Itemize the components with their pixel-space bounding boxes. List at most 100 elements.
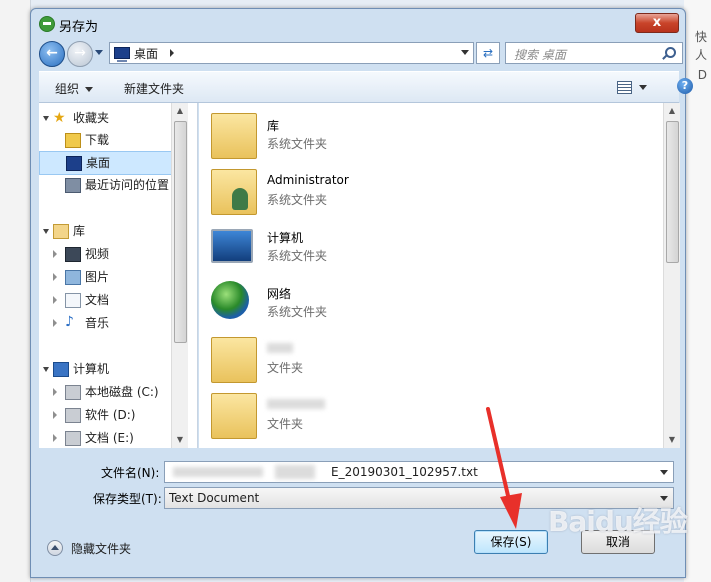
nav-item-desktop[interactable]: 桌面 <box>39 151 179 175</box>
chevron-down-icon[interactable] <box>660 470 668 475</box>
file-type: 系统文件夹 <box>267 137 328 151</box>
picture-icon <box>65 270 81 285</box>
folder-icon <box>211 393 257 439</box>
back-button[interactable]: ← <box>39 41 65 67</box>
scroll-up-icon[interactable]: ▲ <box>664 103 680 119</box>
watermark-logo: Baidu经验 <box>548 505 688 538</box>
expand-icon[interactable] <box>43 229 49 234</box>
video-icon <box>65 247 81 262</box>
collapse-icon[interactable] <box>53 411 57 419</box>
organize-label: 组织 <box>55 82 80 96</box>
file-type: 系统文件夹 <box>267 249 328 263</box>
title-bar[interactable]: 另存为 x <box>31 9 685 39</box>
filename-label: 文件名(N): <box>101 466 160 480</box>
nav-item-local-disk-c[interactable]: 本地磁盘 (C:) <box>39 381 179 403</box>
nav-label: 文档 <box>85 293 110 307</box>
collapse-icon[interactable] <box>53 434 57 442</box>
app-icon <box>39 16 55 32</box>
file-name: 网络 <box>267 287 292 301</box>
filename-field[interactable]: E_20190301_102957.txt <box>164 461 674 483</box>
chevron-down-icon[interactable] <box>461 50 469 55</box>
nav-label: 音乐 <box>85 316 110 330</box>
redacted-name <box>267 343 293 353</box>
search-placeholder: 搜索 桌面 <box>514 48 566 62</box>
star-icon: ★ <box>53 110 66 126</box>
file-type: 文件夹 <box>267 417 304 431</box>
background-app-left <box>0 0 31 582</box>
file-list-scrollbar[interactable]: ▲ ▼ <box>663 103 680 448</box>
filetype-label: 保存类型(T): <box>93 492 162 506</box>
collapse-up-icon <box>47 540 63 556</box>
list-item[interactable]: 计算机 系统文件夹 <box>211 223 471 275</box>
list-item[interactable]: 文件夹 <box>211 335 471 387</box>
scroll-down-icon[interactable]: ▼ <box>172 432 188 448</box>
nav-label: 本地磁盘 (C:) <box>85 385 159 399</box>
nav-item-libraries[interactable]: 库 <box>39 220 179 242</box>
close-button[interactable]: x <box>635 13 679 33</box>
nav-item-computer[interactable]: 计算机 <box>39 358 179 380</box>
navigation-scrollbar[interactable]: ▲ ▼ <box>171 103 188 448</box>
collapse-icon[interactable] <box>53 319 57 327</box>
new-folder-button[interactable]: 新建文件夹 <box>124 80 184 97</box>
address-row: ← → 桌面 ⇄ 搜索 桌面 <box>39 41 683 67</box>
collapse-icon[interactable] <box>53 296 57 304</box>
file-list: 库 系统文件夹 Administrator 系统文件夹 计算机 系统文件夹 网络… <box>199 103 663 448</box>
search-icon[interactable] <box>665 47 676 58</box>
help-icon[interactable]: ? <box>677 78 693 94</box>
list-item[interactable]: 库 系统文件夹 <box>211 111 471 163</box>
filetype-value: Text Document <box>169 491 260 505</box>
library-icon <box>211 113 257 159</box>
background-text: D <box>697 68 707 82</box>
file-type: 系统文件夹 <box>267 305 328 319</box>
nav-label: 最近访问的位置 <box>85 178 170 192</box>
collapse-icon[interactable] <box>53 250 57 258</box>
network-icon <box>211 281 249 319</box>
chevron-down-icon[interactable] <box>639 85 647 90</box>
forward-button[interactable]: → <box>67 41 93 67</box>
nav-label: 收藏夹 <box>73 111 110 125</box>
file-name: Administrator <box>267 173 349 187</box>
nav-item-music[interactable]: ♪ 音乐 <box>39 312 179 334</box>
nav-label: 视频 <box>85 247 110 261</box>
history-dropdown-icon[interactable] <box>95 50 103 55</box>
scroll-thumb[interactable] <box>174 121 187 343</box>
nav-item-recent[interactable]: 最近访问的位置 <box>39 174 179 196</box>
list-item[interactable]: Administrator 系统文件夹 <box>211 167 471 219</box>
nav-item-docs-e[interactable]: 文档 (E:) <box>39 427 179 447</box>
chevron-down-icon <box>85 87 94 92</box>
drive-icon <box>65 408 81 423</box>
list-item[interactable]: 文件夹 <box>211 391 471 443</box>
red-arrow-annotation <box>486 407 522 529</box>
list-item[interactable]: 网络 系统文件夹 <box>211 279 471 331</box>
organize-button[interactable]: 组织 <box>55 80 94 97</box>
nav-item-documents[interactable]: 文档 <box>39 289 179 311</box>
music-icon: ♪ <box>65 314 74 330</box>
search-input[interactable]: 搜索 桌面 <box>505 42 683 64</box>
address-bar[interactable]: 桌面 <box>109 42 474 64</box>
nav-label: 软件 (D:) <box>85 408 136 422</box>
nav-item-favorites[interactable]: ★ 收藏夹 <box>39 107 179 129</box>
address-path: 桌面 <box>134 47 159 61</box>
file-type: 文件夹 <box>267 361 304 375</box>
expand-icon[interactable] <box>43 367 49 372</box>
refresh-button[interactable]: ⇄ <box>476 42 500 64</box>
scroll-down-icon[interactable]: ▼ <box>664 432 680 448</box>
nav-item-videos[interactable]: 视频 <box>39 243 179 265</box>
redacted-text <box>173 467 263 477</box>
nav-item-software-d[interactable]: 软件 (D:) <box>39 404 179 426</box>
redacted-name <box>267 399 325 409</box>
expand-icon[interactable] <box>43 116 49 121</box>
filename-value: E_20190301_102957.txt <box>331 465 478 479</box>
collapse-icon[interactable] <box>53 388 57 396</box>
nav-label: 桌面 <box>86 156 111 170</box>
collapse-icon[interactable] <box>53 273 57 281</box>
chevron-right-icon[interactable] <box>170 49 174 57</box>
library-icon <box>53 224 69 239</box>
nav-label: 文档 (E:) <box>85 431 134 445</box>
nav-item-downloads[interactable]: 下载 <box>39 129 179 151</box>
scroll-thumb[interactable] <box>666 121 679 263</box>
scroll-up-icon[interactable]: ▲ <box>172 103 188 119</box>
nav-item-pictures[interactable]: 图片 <box>39 266 179 288</box>
background-text: 人 <box>694 48 707 62</box>
views-icon[interactable] <box>617 81 632 94</box>
